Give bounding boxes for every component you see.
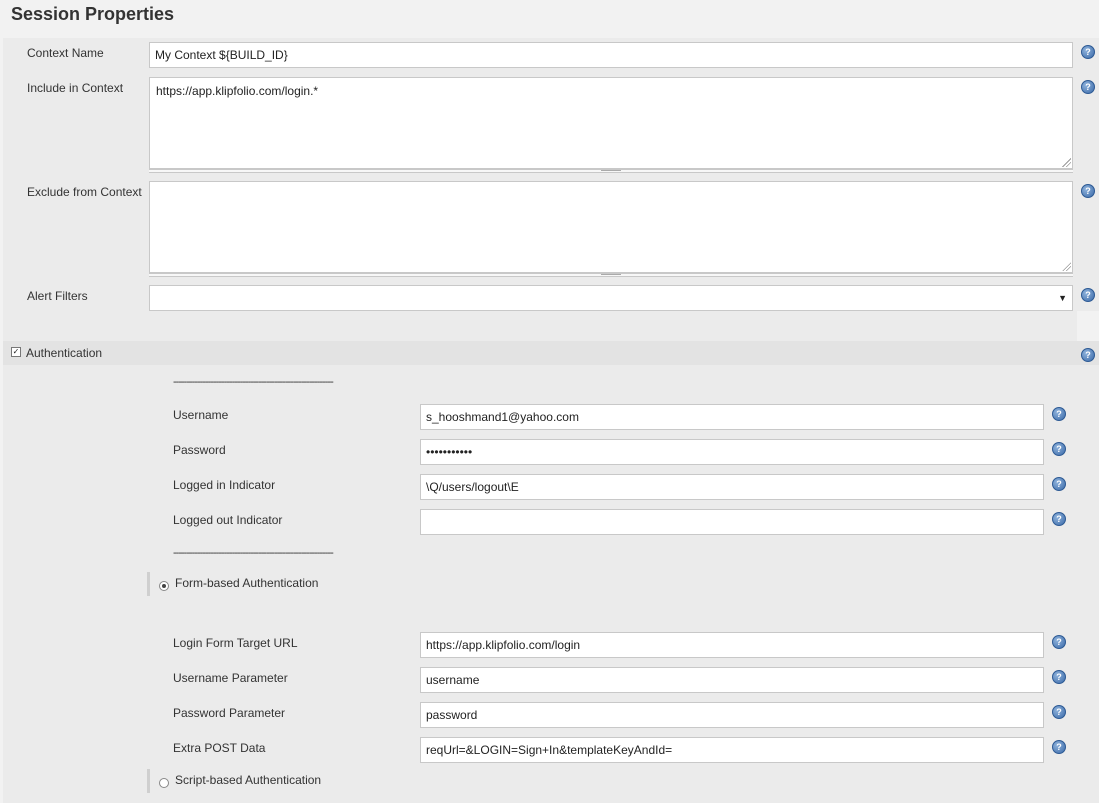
password-parameter-label: Password Parameter — [173, 706, 286, 720]
username-parameter-input[interactable]: username — [420, 667, 1044, 693]
logged-in-indicator-label: Logged in Indicator — [173, 478, 276, 492]
include-resize-bar[interactable] — [149, 169, 1073, 173]
help-icon[interactable]: ? — [1081, 348, 1095, 362]
help-icon[interactable]: ? — [1081, 45, 1095, 59]
help-icon[interactable]: ? — [1052, 635, 1066, 649]
authentication-label: Authentication — [26, 346, 103, 360]
form-based-auth-radio[interactable] — [159, 581, 169, 591]
password-label: Password — [173, 443, 226, 457]
logged-out-indicator-input[interactable] — [420, 509, 1044, 535]
target-url-label: Login Form Target URL — [173, 636, 298, 650]
exclude-context-label: Exclude from Context — [27, 185, 142, 199]
include-context-value: https://app.klipfolio.com/login.* — [156, 84, 319, 98]
drag-handle-icon — [601, 274, 621, 277]
help-icon[interactable]: ? — [1052, 670, 1066, 684]
script-based-auth-label: Script-based Authentication — [175, 773, 322, 787]
dropdown-arrow-icon: ▼ — [1058, 293, 1067, 303]
extra-post-data-label: Extra POST Data — [173, 741, 266, 755]
help-icon[interactable]: ? — [1052, 477, 1066, 491]
radio-group-bar — [147, 572, 150, 596]
form-based-auth-label: Form-based Authentication — [175, 576, 319, 590]
include-context-textarea[interactable]: https://app.klipfolio.com/login.* — [149, 77, 1073, 169]
help-icon[interactable]: ? — [1081, 80, 1095, 94]
page-title: Session Properties — [11, 4, 175, 24]
exclude-resize-bar[interactable] — [149, 273, 1073, 277]
exclude-context-textarea[interactable] — [149, 181, 1073, 273]
help-icon[interactable]: ? — [1052, 740, 1066, 754]
resize-grip-icon[interactable] — [1062, 262, 1071, 271]
panel-gap — [1077, 311, 1099, 341]
separator-line: ----------------------------------------… — [173, 376, 334, 388]
password-parameter-input[interactable]: password — [420, 702, 1044, 728]
password-input[interactable]: ••••••••••• — [420, 439, 1044, 465]
drag-handle-icon — [601, 170, 621, 173]
authentication-checkbox[interactable]: ✓ — [11, 347, 21, 357]
username-input[interactable]: s_hooshmand1@yahoo.com — [420, 404, 1044, 430]
include-context-label: Include in Context — [27, 81, 124, 95]
help-icon[interactable]: ? — [1052, 705, 1066, 719]
help-icon[interactable]: ? — [1052, 442, 1066, 456]
target-url-input[interactable]: https://app.klipfolio.com/login — [420, 632, 1044, 658]
script-based-auth-radio[interactable] — [159, 778, 169, 788]
help-icon[interactable]: ? — [1052, 407, 1066, 421]
alert-filters-select[interactable]: ▼ — [149, 285, 1073, 311]
alert-filters-label: Alert Filters — [27, 289, 88, 303]
username-label: Username — [173, 408, 229, 422]
help-icon[interactable]: ? — [1052, 512, 1066, 526]
extra-post-data-input[interactable]: reqUrl=&LOGIN=Sign+In&templateKeyAndId= — [420, 737, 1044, 763]
separator-line: ----------------------------------------… — [173, 547, 334, 559]
context-name-label: Context Name — [27, 46, 104, 60]
context-name-input[interactable]: My Context ${BUILD_ID} — [149, 42, 1073, 68]
radio-group-bar — [147, 769, 150, 793]
help-icon[interactable]: ? — [1081, 184, 1095, 198]
logged-in-indicator-input[interactable]: \Q/users/logout\E — [420, 474, 1044, 500]
logged-out-indicator-label: Logged out Indicator — [173, 513, 283, 527]
authentication-section-header — [3, 341, 1099, 365]
username-parameter-label: Username Parameter — [173, 671, 288, 685]
resize-grip-icon[interactable] — [1062, 158, 1071, 167]
help-icon[interactable]: ? — [1081, 288, 1095, 302]
